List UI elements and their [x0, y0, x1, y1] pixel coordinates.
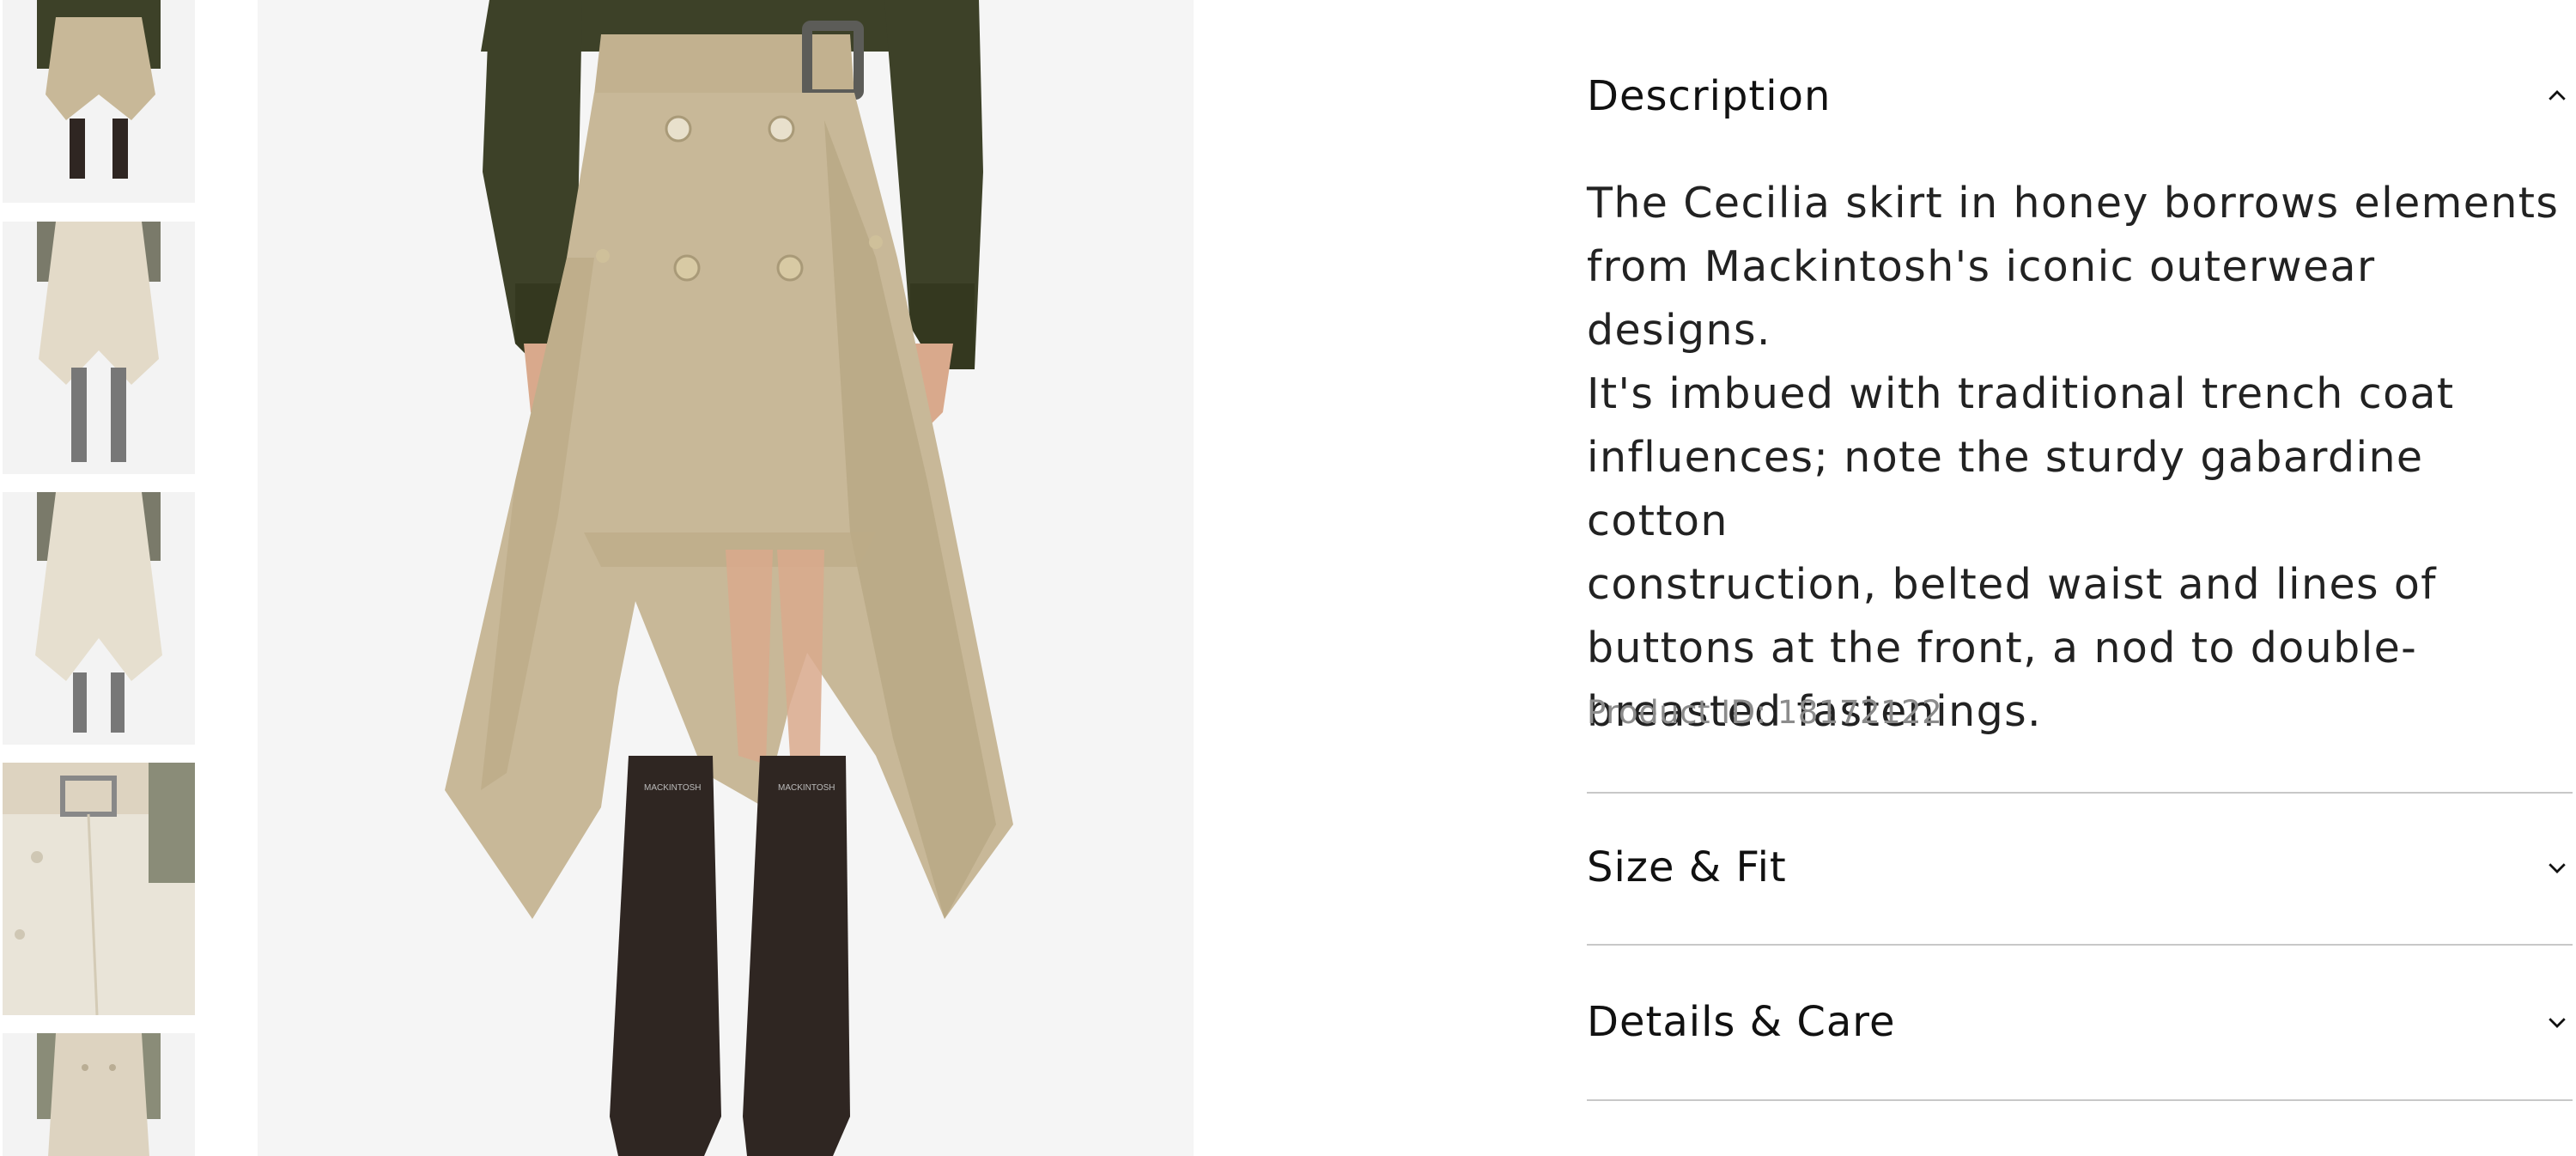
size-fit-title: Size & Fit — [1587, 843, 1787, 891]
main-product-image[interactable]: MACKINTOSH MACKINTOSH — [258, 0, 1194, 1156]
thumbnail-gallery — [0, 0, 197, 1156]
description-line: construction, belted waist and lines of — [1587, 560, 2437, 609]
thumbnail-5[interactable] — [3, 1033, 195, 1156]
divider — [1587, 792, 2573, 794]
product-info-panel: Description The Cecilia skirt in honey b… — [1587, 0, 2573, 1156]
description-line: The Cecilia skirt in honey borrows eleme… — [1587, 179, 2560, 228]
description-line: from Mackintosh's iconic outerwear desig… — [1587, 242, 2376, 355]
divider — [1587, 1099, 2573, 1101]
size-fit-accordion-header[interactable]: Size & Fit — [1587, 833, 2573, 902]
description-line: buttons at the front, a nod to double- — [1587, 624, 2418, 672]
thumbnail-2-image — [3, 222, 195, 474]
chevron-down-icon[interactable] — [2542, 1007, 2573, 1037]
product-id-label: Product ID: — [1587, 694, 1767, 731]
boot-brand-left: MACKINTOSH — [644, 783, 702, 793]
divider — [1587, 944, 2573, 946]
details-care-accordion-header[interactable]: Details & Care — [1587, 988, 2573, 1056]
description-line: It's imbued with traditional trench coat — [1587, 369, 2455, 418]
thumbnail-3[interactable] — [3, 492, 195, 745]
product-page: MACKINTOSH MACKINTOSH Description The Ce… — [0, 0, 2576, 1156]
details-care-title: Details & Care — [1587, 998, 1896, 1046]
product-photo: MACKINTOSH MACKINTOSH — [258, 0, 1194, 1156]
thumbnail-5-image — [3, 1033, 195, 1156]
product-id: Product ID: 18172122 — [1587, 694, 1942, 731]
description-accordion-header[interactable]: Description — [1587, 62, 2573, 131]
thumbnail-4-image — [3, 763, 195, 1015]
thumbnail-2[interactable] — [3, 222, 195, 474]
description-body: The Cecilia skirt in honey borrows eleme… — [1587, 172, 2573, 744]
product-id-value: 18172122 — [1777, 694, 1943, 731]
thumbnail-3-image — [3, 492, 195, 745]
thumbnail-1[interactable] — [3, 0, 195, 203]
chevron-down-icon[interactable] — [2542, 852, 2573, 883]
thumbnail-4[interactable] — [3, 763, 195, 1015]
chevron-up-icon[interactable] — [2542, 81, 2573, 112]
description-line: influences; note the sturdy gabardine co… — [1587, 433, 2424, 545]
boot-brand-right: MACKINTOSH — [778, 783, 835, 793]
description-title: Description — [1587, 72, 1832, 120]
thumbnail-1-image — [3, 0, 195, 203]
